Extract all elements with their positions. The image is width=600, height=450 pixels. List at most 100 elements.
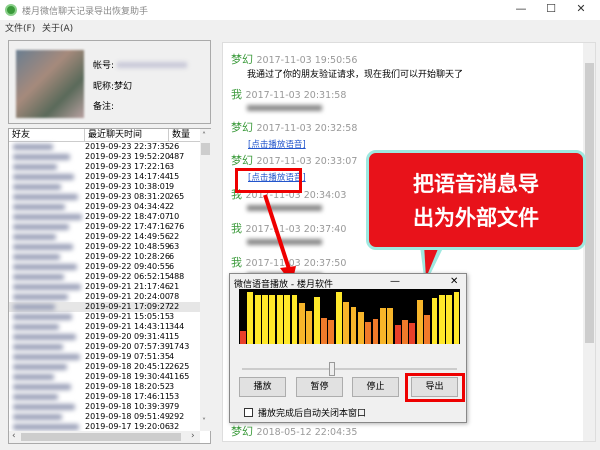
scroll-down-icon[interactable]: ˅ xyxy=(202,417,206,426)
account-value-blurred xyxy=(116,62,187,68)
chat-scroll-thumb[interactable] xyxy=(585,63,594,343)
menu-file[interactable]: 文件(F) xyxy=(5,21,35,34)
list-header: 好友 最近聊天时间 数量 xyxy=(9,129,200,142)
table-row[interactable]: 2019-09-18 09:51:49 292 xyxy=(9,412,200,422)
level-bar xyxy=(402,320,408,344)
menu-about[interactable]: 关于(A) xyxy=(42,21,73,34)
message-time: 2017-11-03 19:50:56 xyxy=(256,55,358,66)
pause-button[interactable]: 暂停 xyxy=(296,377,343,397)
friend-name-blurred xyxy=(13,334,76,340)
table-row[interactable]: 2019-09-18 10:39:39 79 xyxy=(9,402,200,412)
menu-bar: 文件(F) 关于(A) xyxy=(0,20,600,34)
friend-list[interactable]: 好友 最近聊天时间 数量 2019-09-23 22:37:35 26 2019-0… xyxy=(8,128,211,444)
player-close-button[interactable]: ✕ xyxy=(450,276,458,287)
play-button[interactable]: 播放 xyxy=(239,377,286,397)
scroll-thumb[interactable] xyxy=(201,143,210,155)
last-chat-time: 2019-09-21 15:05:15 xyxy=(85,312,170,321)
level-bar xyxy=(262,294,268,344)
table-row[interactable]: 2019-09-21 15:05:15 3 xyxy=(9,312,200,322)
table-row[interactable]: 2019-09-18 18:20:52 3 xyxy=(9,382,200,392)
table-row[interactable]: 2019-09-22 17:47:16 276 xyxy=(9,222,200,232)
table-row[interactable]: 2019-09-21 20:24:00 78 xyxy=(9,292,200,302)
scroll-left-icon[interactable]: ‹ xyxy=(12,431,16,441)
window-title: 楼月微信聊天记录导出恢复助手 xyxy=(22,7,149,17)
avatar xyxy=(16,50,84,118)
friend-name-blurred xyxy=(13,154,70,160)
list-horizontal-scrollbar[interactable]: ‹ › xyxy=(9,431,200,443)
last-chat-time: 2019-09-22 10:28:26 xyxy=(85,252,170,261)
level-bar xyxy=(306,310,313,344)
table-row[interactable]: 2019-09-23 19:52:20 487 xyxy=(9,152,200,162)
friend-name-blurred xyxy=(13,184,61,190)
table-row[interactable]: 2019-09-23 04:34:42 2 xyxy=(9,202,200,212)
table-row[interactable]: 2019-09-22 10:28:26 6 xyxy=(9,252,200,262)
table-row[interactable]: 2019-09-21 21:17:46 21 xyxy=(9,282,200,292)
table-row[interactable]: 2019-09-22 10:48:59 63 xyxy=(9,242,200,252)
sender-name: 我 xyxy=(231,88,242,101)
table-row[interactable]: 2019-09-18 17:46:11 53 xyxy=(9,392,200,402)
table-row[interactable]: 2019-09-22 06:52:15 488 xyxy=(9,272,200,282)
friend-name-blurred xyxy=(13,354,80,360)
friend-name-blurred xyxy=(13,364,67,370)
voice-player-dialog: 微信语音播放 - 楼月软件 — ✕ 播放 暂停 停止 导出 播放完成后自动关闭本… xyxy=(229,273,467,423)
message-count: 26 xyxy=(169,142,180,151)
table-row[interactable]: 2019-09-19 07:51:35 4 xyxy=(9,352,200,362)
table-row[interactable]: 2019-09-22 09:40:55 6 xyxy=(9,262,200,272)
table-row[interactable]: 2019-09-18 20:45:12 2625 xyxy=(9,362,200,372)
table-row[interactable]: 2019-09-23 17:22:16 3 xyxy=(9,162,200,172)
message-count: 6 xyxy=(169,262,175,271)
table-row[interactable]: 2019-09-23 10:38:01 9 xyxy=(9,182,200,192)
message-count: 22 xyxy=(169,232,180,241)
seek-slider-thumb[interactable] xyxy=(329,362,336,376)
message-count: 79 xyxy=(169,402,180,411)
level-bar xyxy=(438,294,445,344)
stop-button[interactable]: 停止 xyxy=(352,377,399,397)
scroll-right-icon[interactable]: › xyxy=(191,431,195,441)
maximize-button[interactable]: ☐ xyxy=(536,2,566,18)
column-header-count[interactable]: 数量 xyxy=(169,129,200,142)
last-chat-time: 2019-09-18 19:30:44 xyxy=(85,372,170,381)
sender-name: 我 xyxy=(231,222,242,235)
level-bar xyxy=(335,292,342,344)
highlight-export-button xyxy=(405,373,465,402)
autoclose-checkbox[interactable] xyxy=(244,408,253,417)
table-row[interactable]: 2019-09-20 09:31:41 15 xyxy=(9,332,200,342)
sender-name: 梦幻 xyxy=(231,53,253,66)
table-row[interactable]: 2019-09-21 14:43:11 344 xyxy=(9,322,200,332)
table-row[interactable]: 2019-09-23 22:37:35 26 xyxy=(9,142,200,152)
seek-slider-track[interactable] xyxy=(242,368,457,370)
last-chat-time: 2019-09-21 20:24:00 xyxy=(85,292,170,301)
close-button[interactable]: ✕ xyxy=(566,2,596,18)
column-header-friend[interactable]: 好友 xyxy=(9,129,85,142)
message-count: 15 xyxy=(169,332,180,341)
message-count: 2625 xyxy=(169,362,190,371)
player-minimize-button[interactable]: — xyxy=(390,276,400,287)
level-bar xyxy=(365,321,372,344)
level-bar xyxy=(291,294,298,344)
friend-name-blurred xyxy=(13,304,55,310)
last-chat-time: 2019-09-18 20:45:12 xyxy=(85,362,170,371)
message-count: 9 xyxy=(169,182,175,191)
message-time: 2017-11-03 20:31:58 xyxy=(245,90,347,101)
level-bar xyxy=(416,299,423,344)
hscroll-thumb[interactable] xyxy=(21,433,181,441)
table-row[interactable]: 2019-09-22 18:47:07 10 xyxy=(9,212,200,222)
table-row[interactable]: 2019-09-18 19:30:44 1165 xyxy=(9,372,200,382)
sender-name: 梦幻 xyxy=(231,425,253,438)
list-vertical-scrollbar[interactable]: ˄ ˅ xyxy=(200,129,211,431)
autoclose-label[interactable]: 播放完成后自动关闭本窗口 xyxy=(258,406,366,419)
message-count: 488 xyxy=(169,272,185,281)
table-row[interactable]: 2019-09-21 17:09:27 22 xyxy=(9,302,200,312)
message-count: 6 xyxy=(169,252,175,261)
play-voice-link[interactable]: [点击播放语音] xyxy=(248,138,306,150)
level-bar xyxy=(387,307,394,344)
scroll-up-icon[interactable]: ˄ xyxy=(202,131,206,140)
column-header-time[interactable]: 最近聊天时间 xyxy=(85,129,169,142)
table-row[interactable]: 2019-09-20 07:57:39 1743 xyxy=(9,342,200,352)
message-count: 78 xyxy=(169,292,180,301)
minimize-button[interactable]: — xyxy=(506,2,536,18)
table-row[interactable]: 2019-09-22 14:49:56 22 xyxy=(9,232,200,242)
friend-name-blurred xyxy=(13,224,69,230)
table-row[interactable]: 2019-09-23 08:31:20 265 xyxy=(9,192,200,202)
table-row[interactable]: 2019-09-23 14:17:44 15 xyxy=(9,172,200,182)
